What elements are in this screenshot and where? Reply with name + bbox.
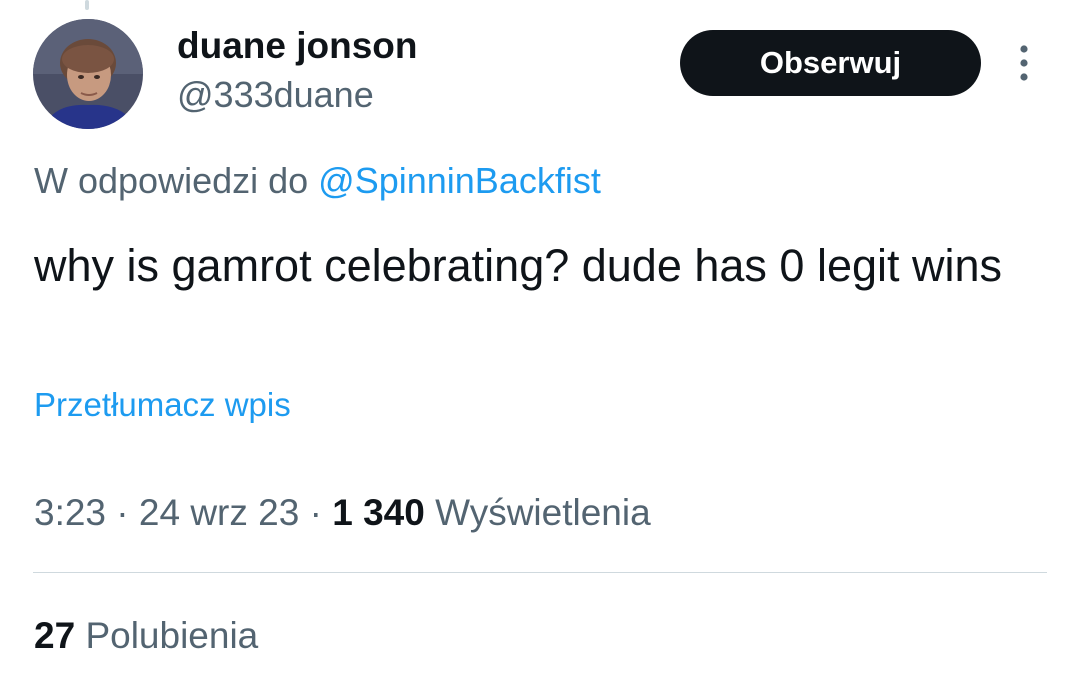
meta-separator: · (106, 492, 139, 533)
tweet-time[interactable]: 3:23 (34, 492, 106, 533)
reply-context: W odpowiedzi do @SpinninBackfist (34, 160, 601, 202)
divider (33, 572, 1047, 573)
avatar[interactable] (33, 19, 143, 129)
author-name[interactable]: duane jonson (177, 25, 418, 67)
tweet-date[interactable]: 24 wrz 23 (139, 492, 299, 533)
likes-label: Polubienia (85, 615, 259, 656)
more-vertical-icon[interactable] (1010, 43, 1038, 83)
views-count: 1 340 (332, 492, 425, 533)
author-handle[interactable]: @333duane (177, 74, 374, 116)
meta-separator: · (299, 492, 333, 533)
tweet-meta: 3:23 · 24 wrz 23 · 1 340 Wyświetlenia (34, 492, 651, 534)
reply-mention-link[interactable]: @SpinninBackfist (318, 160, 601, 201)
likes-stat[interactable]: 27 Polubienia (34, 615, 258, 657)
translate-link[interactable]: Przetłumacz wpis (34, 386, 291, 424)
avatar-image (33, 19, 143, 129)
likes-count: 27 (34, 615, 76, 656)
tweet-text: why is gamrot celebrating? dude has 0 le… (34, 240, 1003, 291)
tweet-detail: duane jonson @333duane Obserwuj W odpowi… (0, 0, 1080, 674)
views-label: Wyświetlenia (435, 492, 651, 533)
follow-button[interactable]: Obserwuj (680, 30, 981, 96)
thread-connector-line (85, 0, 89, 10)
reply-prefix: W odpowiedzi do (34, 160, 309, 201)
